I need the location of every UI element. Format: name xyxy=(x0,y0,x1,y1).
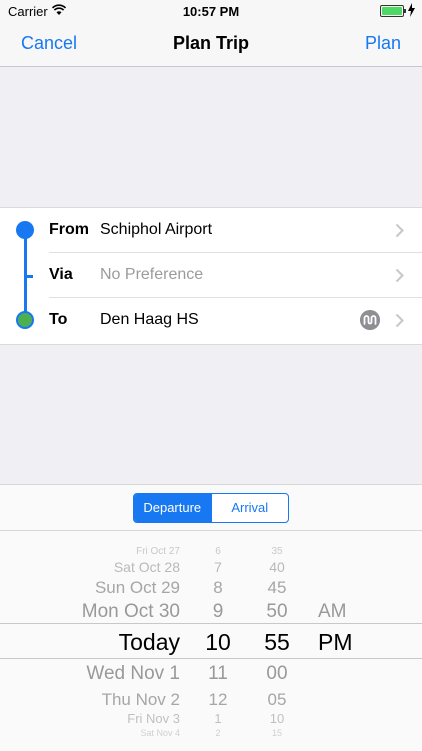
date-time-picker[interactable]: Fri Oct 27 Sat Oct 28 Sun Oct 29 Mon Oct… xyxy=(0,531,422,751)
plan-button[interactable]: Plan xyxy=(365,33,401,54)
picker-pm-selected[interactable]: PM xyxy=(318,629,353,656)
picker-date-option[interactable]: Thu Nov 2 xyxy=(102,690,180,710)
picker-minute-option[interactable]: 35 xyxy=(250,546,304,557)
from-row[interactable]: From Schiphol Airport xyxy=(0,208,422,253)
picker-hour-option[interactable]: 12 xyxy=(192,690,244,710)
time-picker-panel: Departure Arrival Fri Oct 27 Sat Oct 28 … xyxy=(0,484,422,751)
chevron-right-icon xyxy=(395,223,404,238)
via-label: Via xyxy=(49,266,73,283)
chevron-right-icon xyxy=(395,268,404,283)
picker-minute-option[interactable]: 10 xyxy=(250,711,304,726)
to-value: Den Haag HS xyxy=(100,311,199,328)
picker-hour-option[interactable]: 1 xyxy=(192,711,244,726)
picker-minute-option[interactable]: 15 xyxy=(250,728,304,738)
picker-minute-option[interactable]: 50 xyxy=(250,601,304,623)
picker-minute-selected[interactable]: 55 xyxy=(250,629,304,656)
picker-minute-option[interactable]: 05 xyxy=(250,690,304,710)
from-label: From xyxy=(49,221,89,238)
to-row[interactable]: To Den Haag HS xyxy=(0,298,422,343)
picker-date-option[interactable]: Sun Oct 29 xyxy=(95,578,180,598)
status-bar: Carrier 10:57 PM xyxy=(0,0,422,22)
picker-date-option[interactable]: Mon Oct 30 xyxy=(82,601,180,623)
navigation-bar: Cancel Plan Trip Plan xyxy=(0,22,422,67)
via-row[interactable]: Via No Preference xyxy=(0,253,422,298)
picker-hour-option[interactable]: 7 xyxy=(192,559,244,575)
picker-am-option[interactable]: AM xyxy=(318,601,347,623)
charging-icon xyxy=(408,3,415,17)
picker-date-selected[interactable]: Today xyxy=(119,629,180,656)
page-title: Plan Trip xyxy=(172,33,250,53)
picker-hour-option[interactable]: 8 xyxy=(192,578,244,598)
status-time: 10:57 PM xyxy=(182,4,240,19)
picker-date-option[interactable]: Fri Oct 27 xyxy=(136,546,180,557)
chevron-right-icon xyxy=(395,313,404,328)
via-value: No Preference xyxy=(100,266,204,283)
segment-departure[interactable]: Departure xyxy=(134,494,211,522)
segment-arrival[interactable]: Arrival xyxy=(210,494,289,522)
picker-hour-option[interactable]: 2 xyxy=(192,728,244,738)
departure-arrival-segmented-control: Departure Arrival xyxy=(133,493,289,523)
to-label: To xyxy=(49,311,68,328)
picker-hour-option[interactable]: 11 xyxy=(192,663,244,685)
picker-date-option[interactable]: Sat Nov 4 xyxy=(140,728,180,738)
picker-date-option[interactable]: Sat Oct 28 xyxy=(114,559,180,575)
picker-date-option[interactable]: Wed Nov 1 xyxy=(86,663,180,685)
metro-icon xyxy=(360,310,380,330)
battery-icon xyxy=(380,5,406,17)
from-value: Schiphol Airport xyxy=(100,221,213,238)
picker-hour-selected[interactable]: 10 xyxy=(192,629,244,656)
picker-minute-option[interactable]: 45 xyxy=(250,578,304,598)
picker-date-option[interactable]: Fri Nov 3 xyxy=(127,711,180,726)
picker-minute-option[interactable]: 00 xyxy=(250,663,304,685)
picker-minute-option[interactable]: 40 xyxy=(250,559,304,575)
picker-hour-option[interactable]: 9 xyxy=(192,601,244,623)
route-card: From Schiphol Airport Via No Preference … xyxy=(0,207,422,345)
picker-hour-option[interactable]: 6 xyxy=(192,546,244,557)
